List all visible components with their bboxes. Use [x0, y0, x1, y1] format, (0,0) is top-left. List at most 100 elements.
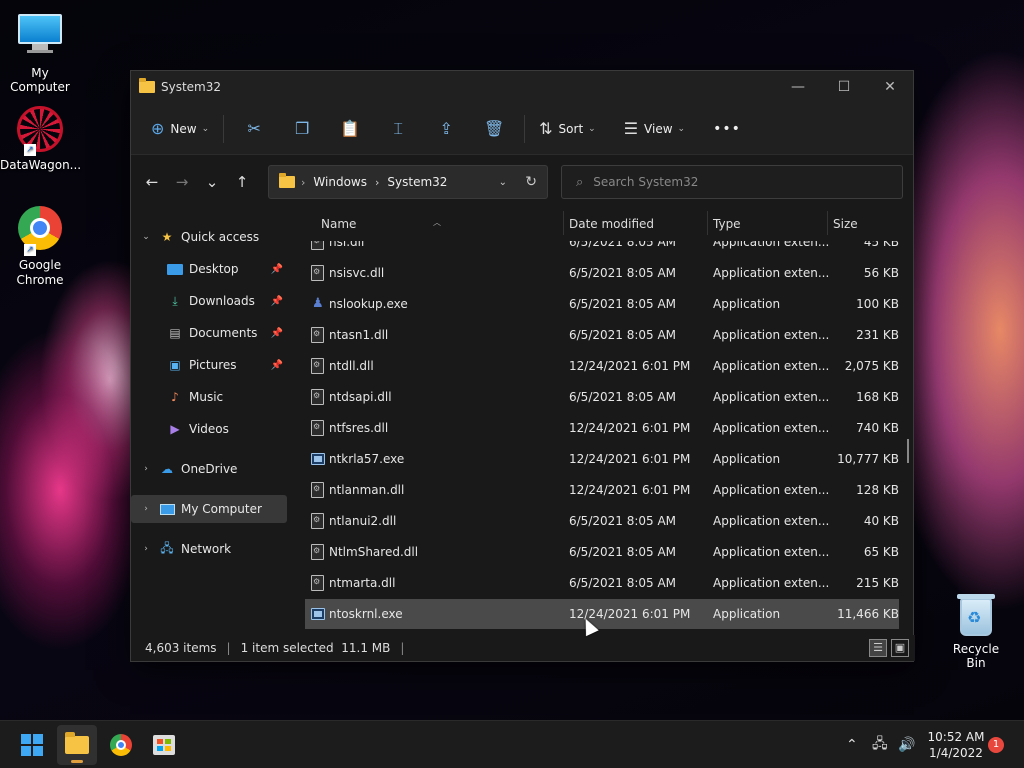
- minimize-button[interactable]: —: [775, 71, 821, 103]
- sidebar-item-videos[interactable]: ▶ Videos: [131, 415, 287, 443]
- sidebar-item-pictures[interactable]: ▣ Pictures 📌: [131, 351, 287, 379]
- details-view-button[interactable]: ☰: [869, 639, 887, 657]
- file-date-modified: 6/5/2021 8:05 AM: [569, 390, 677, 404]
- file-size: 100 KB: [856, 297, 899, 311]
- sidebar-item-quick-access[interactable]: ⌄ ★ Quick access: [131, 223, 287, 251]
- search-box[interactable]: ⌕: [561, 165, 903, 199]
- file-row[interactable]: NtlmShared.dll 6/5/2021 8:05 AM Applicatio…: [305, 537, 899, 567]
- file-name: nsi.dll: [329, 241, 365, 249]
- recent-locations-button[interactable]: ⌄: [197, 173, 227, 191]
- network-status-button[interactable]: 🖧: [872, 721, 888, 768]
- file-row[interactable]: nsi.dll 6/5/2021 8:05 AM Application exten…: [305, 241, 899, 257]
- file-row[interactable]: ntkrla57.exe 12/24/2021 6:01 PM Applicatio…: [305, 444, 899, 474]
- sidebar-item-label: Desktop: [189, 262, 239, 276]
- folder-icon: [279, 173, 295, 188]
- share-button[interactable]: ⇪: [422, 113, 470, 145]
- refresh-icon[interactable]: ↻: [525, 174, 537, 190]
- file-row[interactable]: ntlanui2.dll 6/5/2021 8:05 AM Application …: [305, 506, 899, 536]
- sort-button[interactable]: ⇅ Sort ⌄: [531, 113, 604, 145]
- file-size: 128 KB: [856, 483, 899, 497]
- close-button[interactable]: ✕: [867, 71, 913, 103]
- new-button[interactable]: ⊕ New ⌄: [143, 113, 217, 145]
- file-row[interactable]: ntoskrnl.exe 12/24/2021 6:01 PM Applicatio…: [305, 599, 899, 629]
- file-row[interactable]: ntlanman.dll 12/24/2021 6:01 PM Applicatio…: [305, 475, 899, 505]
- column-header-name[interactable]: Name: [321, 217, 356, 231]
- dll-file-icon: [311, 389, 324, 405]
- file-row[interactable]: nsisvc.dll 6/5/2021 8:05 AM Application ex…: [305, 258, 899, 288]
- dll-file-icon: [311, 513, 324, 529]
- file-type: Application: [713, 297, 781, 311]
- video-icon: ▶: [170, 422, 180, 436]
- dll-file-icon: [311, 327, 324, 343]
- maximize-button[interactable]: ☐: [821, 71, 867, 103]
- column-header-date-modified[interactable]: Date modified: [569, 217, 654, 231]
- search-input[interactable]: [593, 175, 874, 189]
- file-row[interactable]: ntdll.dll 12/24/2021 6:01 PM Application e…: [305, 351, 899, 381]
- sidebar-item-my-computer[interactable]: › My Computer: [131, 495, 287, 523]
- expand-icon[interactable]: ›: [139, 544, 153, 554]
- file-type: Application exten...: [713, 545, 830, 559]
- desktop-icon-datawagon[interactable]: ↗ DataWagon...: [0, 106, 81, 172]
- title-bar[interactable]: System32 — ☐ ✕: [131, 71, 913, 103]
- sidebar-item-documents[interactable]: ▤ Documents 📌: [131, 319, 287, 347]
- file-row[interactable]: ntasn1.dll 6/5/2021 8:05 AM Application ex…: [305, 320, 899, 350]
- taskbar-chrome[interactable]: [101, 725, 141, 765]
- show-hidden-icons-button[interactable]: ⌃: [846, 721, 858, 768]
- start-button[interactable]: [12, 725, 52, 765]
- file-row[interactable]: ntfsres.dll 12/24/2021 6:01 PM Application…: [305, 413, 899, 443]
- desktop-icon-recycle-bin[interactable]: ♻ Recycle Bin: [942, 594, 1010, 670]
- sidebar-item-onedrive[interactable]: › ☁ OneDrive: [131, 455, 287, 483]
- file-date-modified: 6/5/2021 8:05 AM: [569, 514, 677, 528]
- paste-button[interactable]: 📋: [326, 113, 374, 145]
- desktop-icon-my-computer[interactable]: My Computer: [0, 10, 80, 94]
- command-bar: ⊕ New ⌄ ✂ ❐ 📋 ⌶ ⇪ 🗑 ⇅ Sort ⌄ ☰ View ⌄ ••…: [131, 103, 913, 155]
- chevron-down-icon: ⌄: [677, 123, 686, 134]
- file-row[interactable]: nslookup.exe 6/5/2021 8:05 AM Application 1…: [305, 289, 899, 319]
- volume-button[interactable]: 🔊: [898, 721, 915, 768]
- delete-button[interactable]: 🗑: [470, 113, 518, 145]
- more-options-button[interactable]: •••: [705, 113, 749, 145]
- shortcut-arrow-icon: ↗: [24, 244, 36, 256]
- file-date-modified: 6/5/2021 8:05 AM: [569, 266, 677, 280]
- breadcrumb-windows[interactable]: Windows: [313, 175, 367, 189]
- sidebar-item-music[interactable]: ♪ Music: [131, 383, 287, 411]
- large-icons-view-icon: ▣: [894, 641, 906, 654]
- expand-icon[interactable]: ›: [139, 504, 153, 514]
- desktop-icon-google-chrome[interactable]: ↗ Google Chrome: [0, 204, 80, 288]
- notification-badge[interactable]: 1: [988, 737, 1004, 753]
- address-bar[interactable]: › Windows › System32 ⌄ ↻: [268, 165, 548, 199]
- file-size: 11,466 KB: [837, 607, 899, 621]
- back-button[interactable]: ←: [137, 173, 167, 191]
- file-type: Application exten...: [713, 328, 830, 342]
- taskbar-store[interactable]: [144, 725, 184, 765]
- rename-button[interactable]: ⌶: [374, 113, 422, 145]
- file-size: 168 KB: [856, 390, 899, 404]
- sidebar-item-downloads[interactable]: ⤓ Downloads 📌: [131, 287, 287, 315]
- cut-button[interactable]: ✂: [230, 113, 278, 145]
- chevron-down-icon[interactable]: ⌄: [499, 177, 507, 188]
- column-header-type[interactable]: Type: [713, 217, 741, 231]
- taskbar-clock[interactable]: 10:52 AM 1/4/2022: [926, 729, 986, 761]
- file-row[interactable]: ntmarta.dll 6/5/2021 8:05 AM Application e…: [305, 568, 899, 598]
- column-header-size[interactable]: Size: [833, 217, 858, 231]
- file-type: Application exten...: [713, 576, 830, 590]
- expand-icon[interactable]: ⌄: [139, 232, 153, 242]
- status-separator: |: [226, 641, 231, 655]
- file-name: ntmarta.dll: [329, 576, 396, 590]
- forward-button[interactable]: →: [167, 173, 197, 191]
- copy-icon: ❐: [294, 119, 310, 138]
- vertical-scrollbar[interactable]: [907, 439, 909, 463]
- sidebar-item-desktop[interactable]: Desktop 📌: [131, 255, 287, 283]
- large-icons-view-button[interactable]: ▣: [891, 639, 909, 657]
- up-button[interactable]: ↑: [227, 173, 257, 191]
- dll-file-icon: [311, 544, 324, 560]
- sidebar-item-network[interactable]: › 🖧 Network: [131, 535, 287, 563]
- expand-icon[interactable]: ›: [139, 464, 153, 474]
- view-button[interactable]: ☰ View ⌄: [616, 113, 693, 145]
- file-row[interactable]: ntdsapi.dll 6/5/2021 8:05 AM Application e…: [305, 382, 899, 412]
- file-type: Application exten...: [713, 241, 830, 249]
- breadcrumb-system32[interactable]: System32: [387, 175, 447, 189]
- taskbar-file-explorer[interactable]: [57, 725, 97, 765]
- copy-button[interactable]: ❐: [278, 113, 326, 145]
- desktop-icon: [167, 262, 183, 276]
